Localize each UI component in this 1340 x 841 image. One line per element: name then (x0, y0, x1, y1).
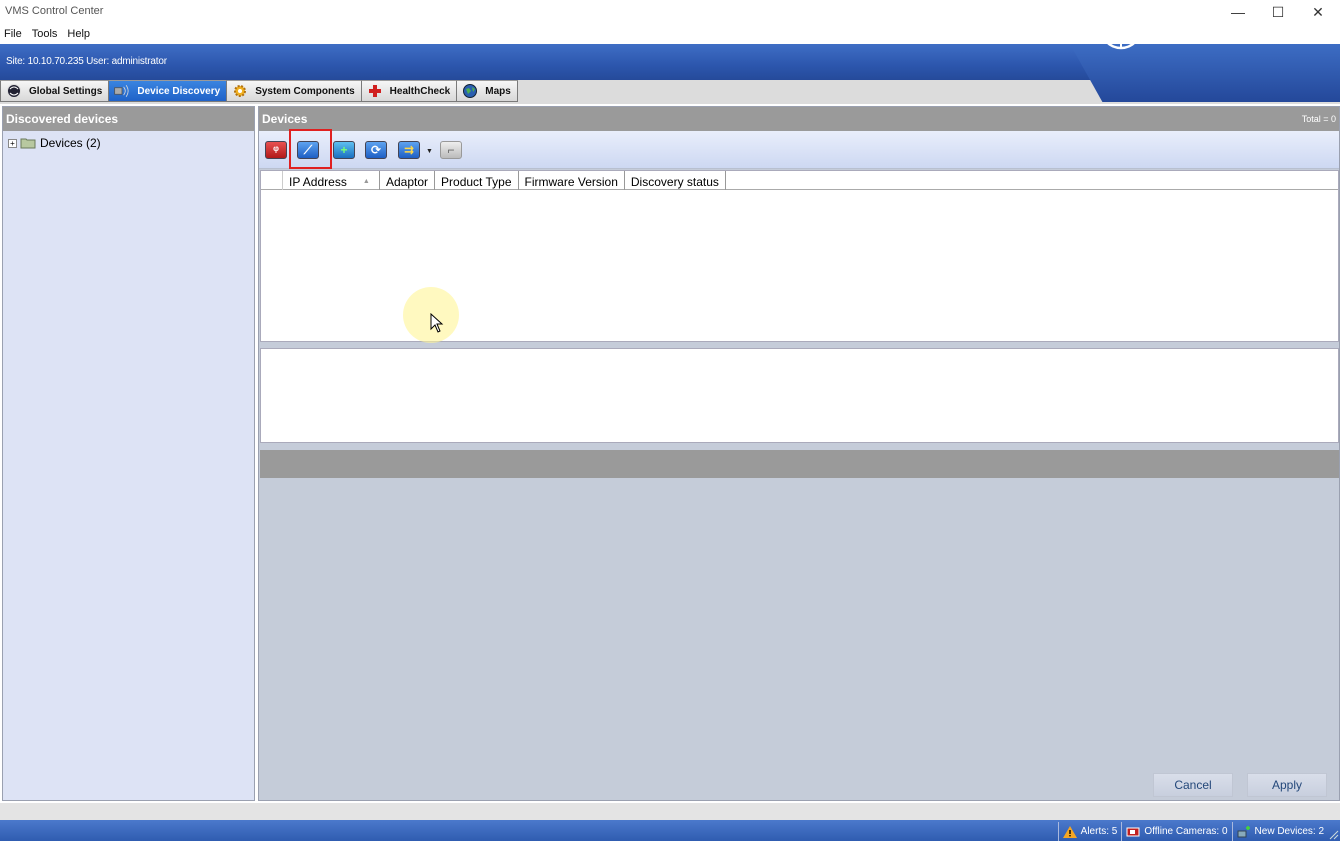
transfer-button[interactable]: ⇉ (398, 141, 420, 159)
antenna-icon: ᵠ (273, 143, 279, 157)
highlight-box (289, 129, 332, 169)
tab-maps[interactable]: Maps (456, 80, 518, 102)
new-devices-label: New Devices: 2 (1254, 826, 1324, 837)
globe-map-icon (463, 84, 478, 98)
components-gear-icon (234, 85, 247, 97)
column-label: IP Address (289, 174, 347, 189)
apply-button[interactable]: Apply (1247, 773, 1327, 797)
table-header: IP Address ▲ Adaptor Product Type Firmwa… (261, 171, 1338, 190)
alerts-label: Alerts: 5 (1080, 826, 1118, 837)
column-ip-address[interactable]: IP Address ▲ (283, 171, 380, 190)
mouse-cursor-icon (430, 313, 444, 333)
brand-banner (1070, 44, 1340, 102)
tree-item-devices[interactable]: + Devices (2) (8, 136, 101, 150)
device-detail-area (260, 348, 1339, 443)
tab-label: Device Discovery (137, 85, 221, 97)
total-count: Total = 0 (1301, 114, 1336, 124)
menu-help[interactable]: Help (62, 26, 95, 44)
status-gap (0, 803, 1340, 820)
expand-toggle[interactable]: + (8, 138, 17, 148)
tree-item-label: Devices (2) (40, 136, 101, 150)
devices-title: Devices (262, 112, 308, 126)
column-discovery-status[interactable]: Discovery status (625, 171, 726, 190)
panel-title: Devices Total = 0 (259, 107, 1339, 131)
offline-cameras-status[interactable]: Offline Cameras: 0 (1121, 822, 1231, 841)
devices-panel: Devices Total = 0 ᵠ ⟋ + ⟳ ⇉ ▼ ⌐ IP Addre… (258, 106, 1340, 801)
tab-system-components[interactable]: System Components (226, 80, 362, 102)
offline-cameras-label: Offline Cameras: 0 (1144, 826, 1228, 837)
column-adaptor[interactable]: Adaptor (380, 171, 436, 190)
health-cross-icon (368, 85, 381, 97)
discovered-devices-panel: Discovered devices + Devices (2) (2, 106, 255, 801)
status-bar: Alerts: 5 Offline Cameras: 0 New Devices… (0, 820, 1340, 841)
globe-gear-icon (7, 84, 21, 98)
refresh-button[interactable]: ⟳ (365, 141, 387, 159)
main-tabs: Global Settings Device Discovery System … (0, 80, 518, 102)
tab-healthcheck[interactable]: HealthCheck (360, 80, 458, 102)
tab-label: Maps (485, 85, 511, 97)
folder-icon (20, 138, 36, 149)
discovery-radar-icon (114, 85, 129, 97)
plus-icon: + (340, 143, 348, 157)
device-toolbar: ᵠ ⟋ + ⟳ ⇉ ▼ ⌐ (259, 131, 1339, 169)
tab-global-settings[interactable]: Global Settings (0, 80, 110, 102)
menu-bar: File Tools Help (0, 26, 95, 44)
chevron-down-icon[interactable]: ▼ (426, 148, 433, 155)
warning-icon (1062, 825, 1077, 838)
control-center-logo-icon (1099, 6, 1143, 50)
site-user-info: Site: 10.10.70.235 User: administrator (6, 56, 167, 67)
new-device-icon (1237, 825, 1250, 837)
column-firmware-version[interactable]: Firmware Version (519, 171, 625, 190)
tab-device-discovery[interactable]: Device Discovery (108, 80, 228, 102)
menu-file[interactable]: File (0, 26, 27, 44)
column-select[interactable] (261, 171, 283, 190)
properties-header (260, 450, 1339, 478)
discover-button[interactable]: ᵠ (265, 141, 287, 159)
refresh-icon: ⟳ (370, 143, 382, 157)
remove-button[interactable]: ⌐ (440, 141, 462, 159)
column-product-type[interactable]: Product Type (435, 171, 519, 190)
new-devices-status[interactable]: New Devices: 2 (1231, 822, 1328, 841)
brand-title: Control Center (1152, 16, 1313, 41)
resize-grip-icon[interactable] (1329, 830, 1339, 840)
offline-camera-icon (1126, 827, 1140, 836)
alerts-status[interactable]: Alerts: 5 (1057, 822, 1122, 841)
unplug-icon: ⌐ (447, 143, 455, 157)
tab-label: Global Settings (29, 85, 103, 97)
window-title: VMS Control Center (5, 5, 104, 17)
sort-asc-icon: ▲ (362, 178, 370, 185)
add-device-button[interactable]: + (333, 141, 355, 159)
tab-label: System Components (255, 85, 355, 97)
menu-tools[interactable]: Tools (27, 26, 63, 44)
tab-label: HealthCheck (389, 85, 451, 97)
panel-title: Discovered devices (3, 107, 254, 131)
cancel-button[interactable]: Cancel (1153, 773, 1233, 797)
transfer-arrows-icon: ⇉ (403, 143, 415, 157)
